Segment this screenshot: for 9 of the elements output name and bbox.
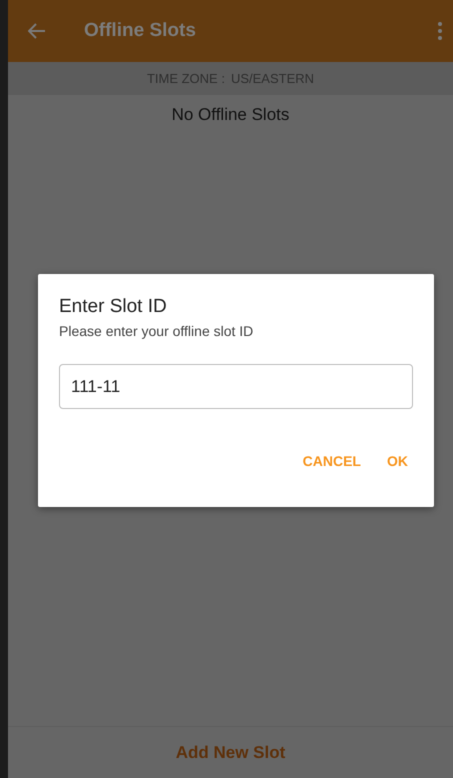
dialog-message: Please enter your offline slot ID (59, 323, 254, 339)
screen-title: Offline Slots (84, 20, 197, 42)
cancel-button[interactable]: CANCEL (302, 449, 361, 473)
more-options-icon[interactable] (437, 21, 443, 41)
empty-message: No Offline Slots (172, 105, 290, 125)
slot-id-input[interactable]: 111-11 (59, 364, 413, 409)
dialog-title: Enter Slot ID (59, 296, 168, 318)
ok-button[interactable]: OK (387, 449, 408, 473)
back-arrow-icon[interactable] (28, 23, 46, 39)
